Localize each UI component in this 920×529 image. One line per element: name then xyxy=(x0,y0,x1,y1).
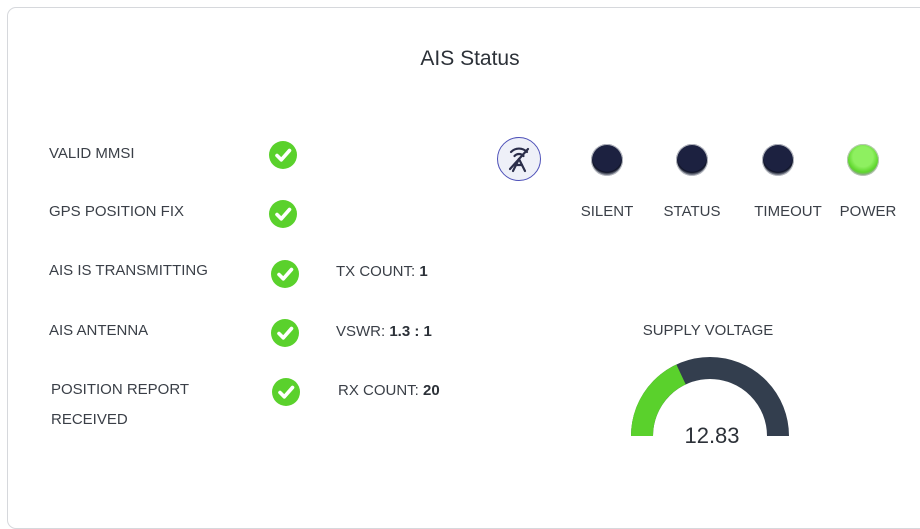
position-report-label-line2: RECEIVED xyxy=(51,411,128,428)
vswr-value: 1.3 : 1 xyxy=(389,323,432,340)
power-label: POWER xyxy=(839,203,897,220)
timeout-led xyxy=(762,144,794,176)
power-led xyxy=(847,144,879,176)
silent-label: SILENT xyxy=(580,203,634,220)
antenna-off-icon xyxy=(497,137,541,181)
panel-title: AIS Status xyxy=(420,47,520,70)
rx-count-label: RX COUNT: xyxy=(338,382,424,399)
timeout-label: TIMEOUT xyxy=(754,203,822,220)
supply-voltage-title: SUPPLY VOLTAGE xyxy=(642,322,774,339)
rx-count-value: 20 xyxy=(423,382,440,399)
silent-led xyxy=(591,144,623,176)
status-led xyxy=(676,144,708,176)
check-icon xyxy=(271,319,299,347)
tx-count-label: TX COUNT: xyxy=(336,263,420,280)
check-icon xyxy=(271,260,299,288)
ais-transmitting-label: AIS IS TRANSMITTING xyxy=(49,262,208,279)
tx-count: TX COUNT: 1 xyxy=(336,263,428,280)
tx-count-value: 1 xyxy=(419,263,428,280)
supply-voltage-value: 12.83 xyxy=(684,423,740,448)
gps-position-fix-label: GPS POSITION FIX xyxy=(49,203,185,220)
status-label: STATUS xyxy=(663,203,721,220)
check-icon xyxy=(272,378,300,406)
check-icon xyxy=(269,200,297,228)
position-report-label-line1: POSITION REPORT xyxy=(51,381,190,398)
ais-antenna-label: AIS ANTENNA xyxy=(49,322,149,339)
check-icon xyxy=(269,141,297,169)
vswr: VSWR: 1.3 : 1 xyxy=(336,323,432,340)
vswr-label: VSWR: xyxy=(336,323,390,340)
valid-mmsi-label: VALID MMSI xyxy=(49,145,135,162)
rx-count: RX COUNT: 20 xyxy=(338,382,440,399)
